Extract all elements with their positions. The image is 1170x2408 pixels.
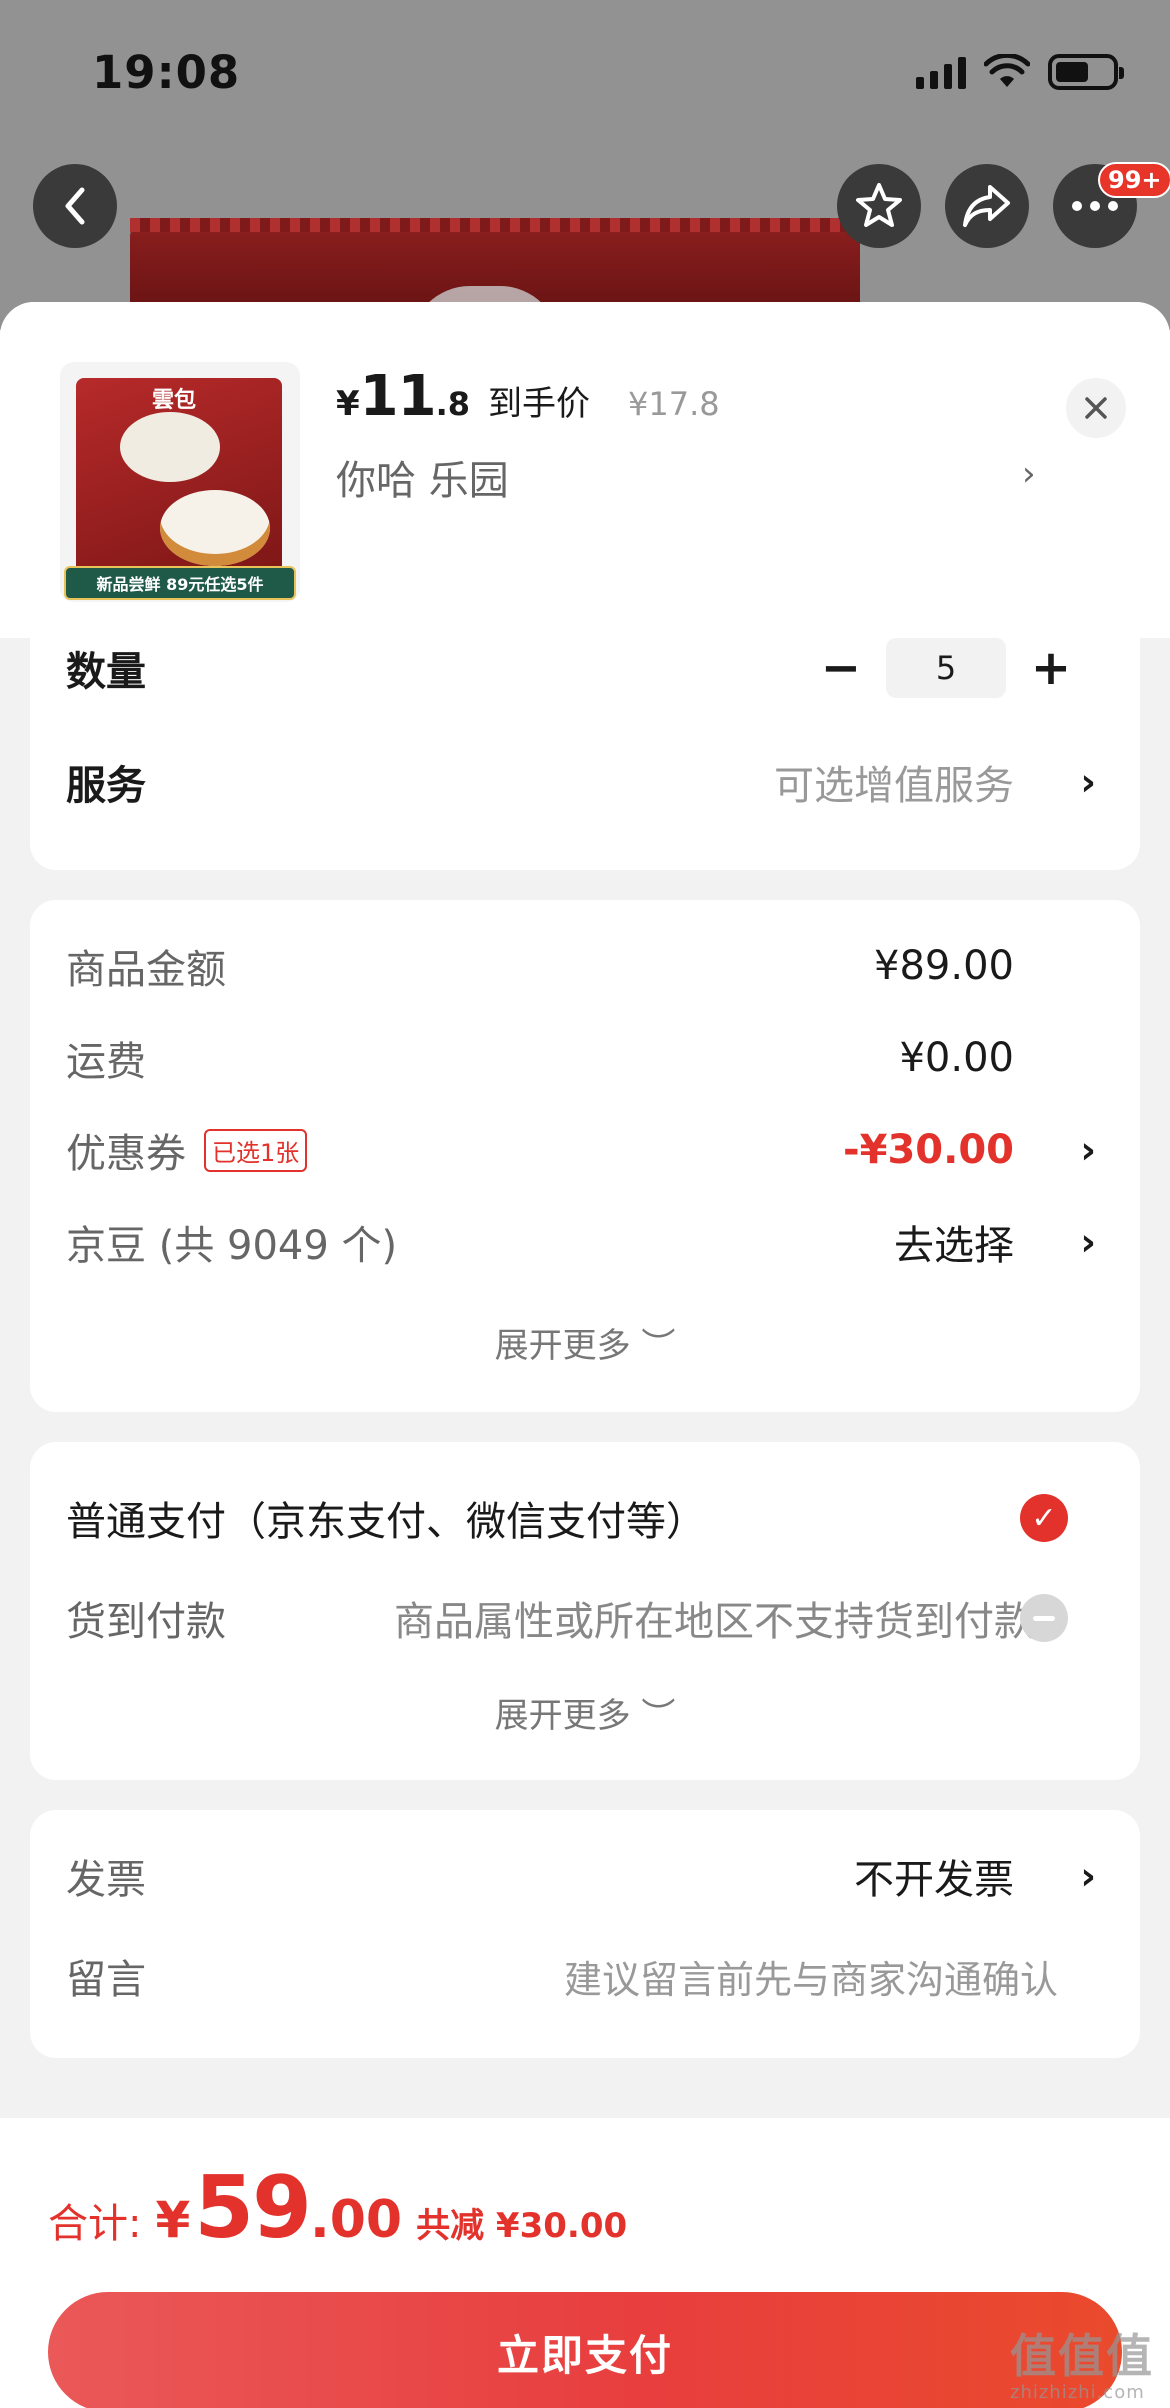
price-yen: ¥ xyxy=(336,384,360,424)
expand-more-payment[interactable]: 展开更多 ︶ xyxy=(30,1688,1140,1737)
favorite-button[interactable] xyxy=(837,164,921,248)
expand-more-costs[interactable]: 展开更多 ︶ xyxy=(30,1318,1140,1367)
invoice-row[interactable]: 发票 不开发票 › xyxy=(66,1846,1104,1906)
close-button[interactable] xyxy=(1066,378,1126,438)
service-value: 可选增值服务 xyxy=(774,763,1014,809)
total-decimal: .00 xyxy=(309,2190,403,2250)
payment-card: 普通支付（京东支付、微信支付等） ✓ 货到付款 商品属性或所在地区不支持货到付款… xyxy=(30,1442,1140,1780)
quantity-stepper[interactable]: − 5 + xyxy=(806,638,1086,698)
close-icon xyxy=(1085,397,1107,419)
package-edge xyxy=(130,218,860,232)
sheet-header: 雲包 新品尝鲜 89元任选5件 ¥ 11 .8 到手价 ¥17.8 你哈 乐园 … xyxy=(0,302,1170,638)
service-label: 服务 xyxy=(66,763,146,809)
disabled-icon xyxy=(1020,1594,1068,1642)
chevron-right-icon: › xyxy=(1080,760,1096,804)
goods-amount-label: 商品金额 xyxy=(66,947,226,993)
more-dots-icon xyxy=(1072,201,1118,211)
total-yen: ¥ xyxy=(155,2191,191,2249)
coupon-label: 优惠券 xyxy=(66,1131,186,1177)
total-label: 合计: xyxy=(48,2201,142,2247)
total-line: 合计: ¥ 59 .00 共减 ¥30.00 xyxy=(48,2158,627,2258)
shipping-label: 运费 xyxy=(66,1039,146,1085)
payment-normal-row[interactable]: 普通支付（京东支付、微信支付等） ✓ xyxy=(66,1488,1104,1548)
total-integer: 59 xyxy=(194,2158,312,2258)
watermark-url: zhizhizhi.com xyxy=(1010,2382,1145,2403)
back-arrow-icon xyxy=(65,187,85,225)
final-price-tag: 到手价 xyxy=(488,384,591,424)
extras-card: 发票 不开发票 › 留言 建议留言前先与商家沟通确认 xyxy=(30,1810,1140,2058)
chevron-right-icon: › xyxy=(1080,1220,1096,1264)
quantity-label: 数量 xyxy=(66,649,146,695)
payment-cod-row: 货到付款 商品属性或所在地区不支持货到付款 xyxy=(66,1588,1104,1648)
battery-icon xyxy=(1048,54,1124,90)
selected-spec[interactable]: 你哈 乐园 xyxy=(336,448,509,506)
checkmark-icon[interactable]: ✓ xyxy=(1020,1494,1068,1542)
checkout-sheet: 雲包 新品尝鲜 89元任选5件 ¥ 11 .8 到手价 ¥17.8 你哈 乐园 … xyxy=(0,302,1170,2408)
coupon-row[interactable]: 优惠券 已选1张 -¥30.00 › xyxy=(66,1120,1104,1180)
signal-icon xyxy=(916,55,966,89)
site-watermark: 值值值 zhizhizhi.com xyxy=(1010,2320,1154,2403)
total-discount: 共减 ¥30.00 xyxy=(416,2206,628,2246)
payment-cod-label: 货到付款 xyxy=(66,1599,226,1645)
back-button[interactable] xyxy=(33,164,117,248)
service-row[interactable]: 服务 可选增值服务 › xyxy=(66,752,1104,812)
star-icon xyxy=(856,183,902,227)
payment-cod-note: 商品属性或所在地区不支持货到付款 xyxy=(394,1599,1034,1645)
notification-badge: 99+ xyxy=(1098,162,1170,198)
shipping-row: 运费 ¥0.00 xyxy=(66,1028,1104,1088)
status-time: 19:08 xyxy=(92,46,241,99)
status-icons xyxy=(916,54,1124,90)
increase-button[interactable]: + xyxy=(1016,638,1086,698)
decrease-button[interactable]: − xyxy=(806,638,876,698)
invoice-value: 不开发票 xyxy=(854,1857,1014,1903)
thumbnail-brand: 雲包 xyxy=(152,388,197,413)
goods-amount-row: 商品金额 ¥89.00 xyxy=(66,936,1104,996)
chevron-right-icon: › xyxy=(1022,454,1036,494)
original-price: ¥17.8 xyxy=(628,385,720,423)
wifi-icon xyxy=(984,54,1030,87)
message-row[interactable]: 留言 建议留言前先与商家沟通确认 xyxy=(66,1946,1104,2006)
price-integer: 11 xyxy=(359,364,437,429)
quantity-value[interactable]: 5 xyxy=(886,638,1006,698)
checkout-bar: 合计: ¥ 59 .00 共减 ¥30.00 立即支付 xyxy=(0,2118,1170,2408)
watermark-logo: 值值值 xyxy=(1010,2329,1154,2383)
message-label: 留言 xyxy=(66,1957,146,2003)
message-input[interactable]: 建议留言前先与商家沟通确认 xyxy=(564,1949,1058,2004)
share-button[interactable] xyxy=(945,164,1029,248)
coupon-value: -¥30.00 xyxy=(843,1127,1014,1173)
options-card: 数量 − 5 + 服务 可选增值服务 › xyxy=(30,638,1140,870)
jingdou-value: 去选择 xyxy=(894,1223,1014,1269)
cost-card: 商品金额 ¥89.00 运费 ¥0.00 优惠券 已选1张 -¥30.00 › … xyxy=(30,900,1140,1412)
price-line: ¥ 11 .8 到手价 ¥17.8 xyxy=(336,364,720,429)
chevron-right-icon: › xyxy=(1080,1128,1096,1172)
thumbnail-promo-banner: 新品尝鲜 89元任选5件 xyxy=(64,566,296,600)
payment-normal-label: 普通支付（京东支付、微信支付等） xyxy=(66,1499,706,1545)
jingdou-row[interactable]: 京豆 (共 9049 个) 去选择 › xyxy=(66,1212,1104,1272)
jingdou-label: 京豆 (共 9049 个) xyxy=(66,1223,398,1269)
chevron-right-icon: › xyxy=(1080,1854,1096,1898)
price-decimal: .8 xyxy=(435,385,471,423)
quantity-row: 数量 − 5 + xyxy=(66,638,1104,698)
pay-now-button[interactable]: 立即支付 xyxy=(48,2292,1122,2408)
share-icon xyxy=(963,185,1010,227)
goods-amount-value: ¥89.00 xyxy=(874,943,1014,989)
invoice-label: 发票 xyxy=(66,1857,146,1903)
shipping-value: ¥0.00 xyxy=(899,1035,1014,1081)
coupon-selected-chip: 已选1张 xyxy=(204,1128,308,1172)
